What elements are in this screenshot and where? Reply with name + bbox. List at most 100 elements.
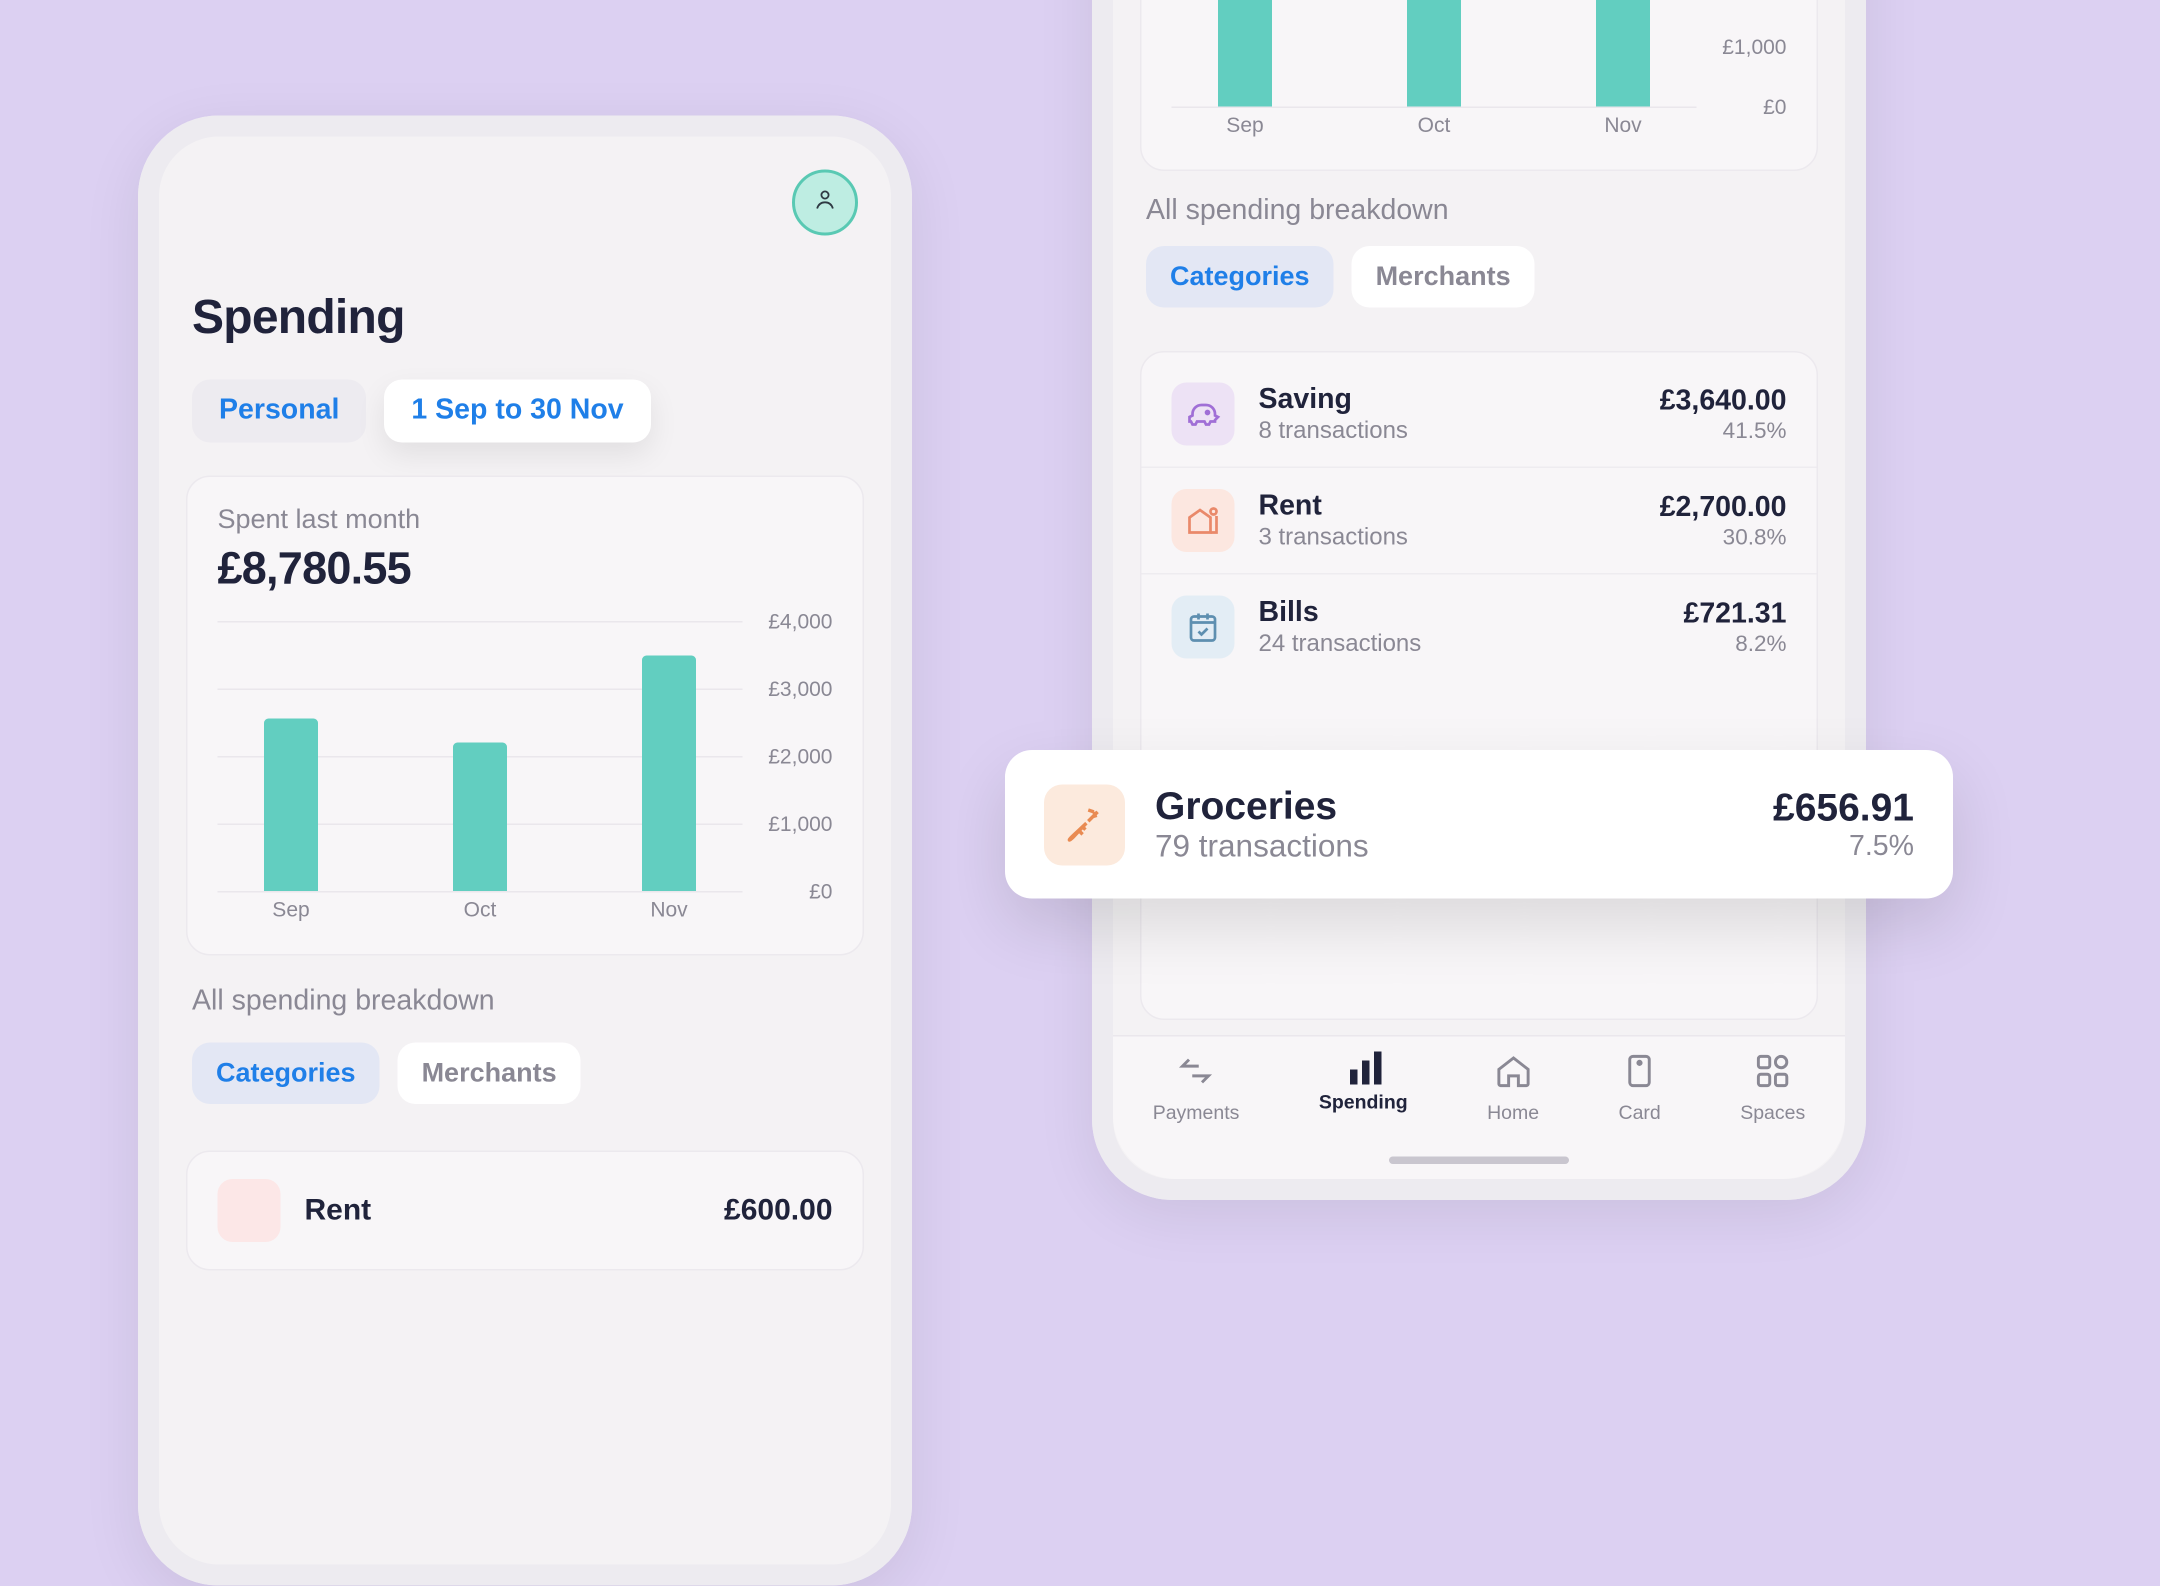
spending-bar-chart: £0£1,000£2,000£3,000£4,000 SepOctNov <box>218 621 833 933</box>
card-icon <box>1620 1052 1659 1096</box>
x-axis-label: Sep <box>272 897 309 921</box>
spending-bar-chart: £1,000£0 SepOctNov <box>1172 0 1787 149</box>
breakdown-section: All spending breakdown Categories Mercha… <box>1146 195 1812 308</box>
chart-bar <box>642 655 696 891</box>
popout-text: Groceries 79 transactions <box>1155 783 1743 866</box>
y-axis-label: £0 <box>809 879 832 903</box>
tab-categories[interactable]: Categories <box>1146 246 1334 308</box>
account-pill-personal[interactable]: Personal <box>192 380 366 443</box>
phone-left-frame: Spending Personal 1 Sep to 30 Nov Spent … <box>138 116 912 1586</box>
category-text: Bills24 transactions <box>1259 596 1660 659</box>
x-axis-label: Sep <box>1226 113 1263 137</box>
chart-x-axis: Sep Oct Nov <box>1172 113 1697 149</box>
category-amount-block: £3,640.0041.5% <box>1660 385 1787 444</box>
category-list-card: Rent £600.00 <box>186 1151 864 1271</box>
category-transactions: 24 transactions <box>1259 631 1660 658</box>
category-text: Rent3 transactions <box>1259 489 1636 552</box>
y-axis-label: £4,000 <box>768 609 832 633</box>
category-amount: £2,700.00 <box>1660 491 1787 524</box>
y-axis-label: £2,000 <box>768 744 832 768</box>
chart-bar <box>264 719 318 891</box>
x-axis-label: Nov <box>650 897 687 921</box>
spend-summary-card: Spent last month £8,780.55 £0£1,000£2,00… <box>186 476 864 956</box>
chart-gridline <box>218 891 743 893</box>
bottom-tab-bar: Payments Spending Home <box>1113 1035 1845 1179</box>
category-name: Rent <box>305 1193 701 1228</box>
x-axis-label: Nov <box>1604 113 1641 137</box>
list-item[interactable]: Rent3 transactions £2,700.0030.8% <box>1142 467 1817 574</box>
spend-chart-card: £1,000£0 SepOctNov <box>1140 0 1818 171</box>
chart-bar <box>453 743 507 892</box>
category-name: Bills <box>1259 596 1660 632</box>
category-percent: 8.2% <box>1683 631 1786 657</box>
tab-label: Home <box>1487 1101 1539 1124</box>
category-transactions: 3 transactions <box>1259 525 1636 552</box>
house-icon <box>1172 489 1235 552</box>
category-amount-block: £721.318.2% <box>1683 598 1786 657</box>
x-axis-label: Oct <box>464 897 497 921</box>
category-percent: 30.8% <box>1660 524 1787 550</box>
category-name: Groceries <box>1155 783 1743 830</box>
chart-plot-area <box>1172 0 1697 107</box>
chart-bar <box>1218 0 1272 107</box>
filter-pills: Personal 1 Sep to 30 Nov <box>192 380 651 443</box>
chart-gridline <box>218 621 743 623</box>
category-popout-groceries[interactable]: Groceries 79 transactions £656.91 7.5% <box>1005 750 1953 899</box>
category-transactions: 79 transactions <box>1155 830 1743 866</box>
home-icon <box>1494 1052 1533 1096</box>
tab-payments[interactable]: Payments <box>1153 1052 1240 1124</box>
tab-categories[interactable]: Categories <box>192 1043 380 1105</box>
rent-icon <box>218 1179 281 1242</box>
tab-spending[interactable]: Spending <box>1319 1052 1408 1114</box>
list-item[interactable]: Bills24 transactions £721.318.2% <box>1142 573 1817 680</box>
list-item[interactable]: Saving8 transactions £3,640.0041.5% <box>1142 362 1817 467</box>
y-axis-label: £1,000 <box>1722 34 1786 58</box>
category-name: Rent <box>1259 489 1636 525</box>
spaces-icon <box>1753 1052 1792 1096</box>
profile-button[interactable] <box>792 170 858 236</box>
phone-right-screen: £1,000£0 SepOctNov All spending breakdow… <box>1113 0 1845 1179</box>
carrot-icon <box>1044 784 1125 865</box>
phone-right-frame: £1,000£0 SepOctNov All spending breakdow… <box>1092 0 1866 1200</box>
pig-icon <box>1172 383 1235 446</box>
tab-card[interactable]: Card <box>1619 1052 1661 1124</box>
chart-bar <box>1596 0 1650 107</box>
chart-bar <box>1407 0 1461 107</box>
category-text: Saving8 transactions <box>1259 383 1636 446</box>
breakdown-tabs: Categories Merchants <box>192 1043 858 1105</box>
popout-amount: £656.91 7.5% <box>1773 785 1914 865</box>
tab-label: Spending <box>1319 1091 1408 1114</box>
x-axis-label: Oct <box>1418 113 1451 137</box>
chart-gridline <box>1172 107 1697 109</box>
tab-label: Card <box>1619 1101 1661 1124</box>
bar-chart-icon <box>1345 1052 1381 1085</box>
spend-amount: £8,780.55 <box>218 545 833 596</box>
home-indicator <box>1389 1157 1569 1165</box>
person-icon <box>812 185 839 220</box>
chart-y-axis: £1,000£0 <box>1700 0 1787 107</box>
chart-y-axis: £0£1,000£2,000£3,000£4,000 <box>746 621 833 891</box>
category-amount: £656.91 <box>1773 785 1914 832</box>
category-list-card: Saving8 transactions £3,640.0041.5% Rent3 … <box>1140 351 1818 1020</box>
category-transactions: 8 transactions <box>1259 418 1636 445</box>
page-title: Spending <box>192 290 405 346</box>
category-amount: £721.31 <box>1683 598 1786 631</box>
tab-label: Spaces <box>1740 1101 1805 1124</box>
breakdown-tabs: Categories Merchants <box>1146 246 1812 308</box>
tab-merchants[interactable]: Merchants <box>398 1043 581 1105</box>
spend-label: Spent last month <box>218 504 833 536</box>
y-axis-label: £0 <box>1763 95 1786 119</box>
date-range-pill[interactable]: 1 Sep to 30 Nov <box>384 380 650 443</box>
calendar-icon <box>1172 596 1235 659</box>
chart-plot-area <box>218 621 743 891</box>
category-percent: 7.5% <box>1773 831 1914 864</box>
category-amount: £600.00 <box>724 1193 832 1228</box>
breakdown-section: All spending breakdown Categories Mercha… <box>192 986 858 1105</box>
y-axis-label: £3,000 <box>768 677 832 701</box>
tab-home[interactable]: Home <box>1487 1052 1539 1124</box>
tab-merchants[interactable]: Merchants <box>1352 246 1535 308</box>
list-item[interactable]: Rent £600.00 <box>218 1179 833 1242</box>
tab-spaces[interactable]: Spaces <box>1740 1052 1805 1124</box>
category-percent: 41.5% <box>1660 418 1787 444</box>
chart-x-axis: Sep Oct Nov <box>218 897 743 933</box>
